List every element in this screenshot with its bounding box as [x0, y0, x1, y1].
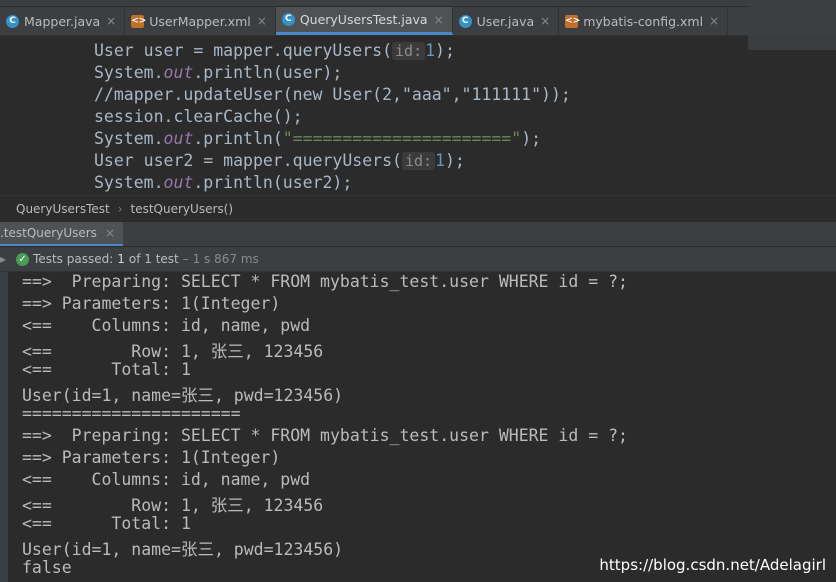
code-comment-line: //mapper.updateUser(new User(2,"aaa","11… [94, 85, 571, 104]
tab-user-java[interactable]: C User.java × [453, 7, 560, 35]
code-line: System.out.println("====================… [94, 129, 542, 148]
run-tool-window-tabs: .testQueryUsers × [0, 222, 836, 246]
xml-file-icon: <> [131, 14, 147, 28]
close-icon[interactable]: × [709, 14, 719, 28]
run-tab-label: .testQueryUsers [0, 226, 97, 240]
code-line: System.out.println(user); [94, 63, 343, 82]
status-suffix: of 1 test [128, 252, 179, 266]
close-icon[interactable]: × [105, 226, 115, 240]
tab-queryuserstest-java[interactable]: C QueryUsersTest.java × [275, 7, 453, 35]
tab-label: Mapper.java [24, 13, 101, 29]
console-line: <== Total: 1 [22, 514, 191, 533]
tab-label: mybatis-config.xml [583, 13, 704, 29]
console-output[interactable]: ==> Preparing: SELECT * FROM mybatis_tes… [0, 272, 836, 582]
editor-tab-bar: C Mapper.java × <> UserMapper.xml × C Qu… [0, 7, 836, 36]
watermark: https://blog.csdn.net/Adelagirl [599, 556, 826, 574]
console-line: User(id=1, name=张三, pwd=123456) [22, 540, 344, 559]
console-line: <== Row: 1, 张三, 123456 [22, 496, 324, 515]
console-line: <== Total: 1 [22, 360, 191, 379]
console-line: ==> Preparing: SELECT * FROM mybatis_tes… [22, 426, 628, 445]
breadcrumb-class[interactable]: QueryUsersTest [16, 202, 110, 216]
breadcrumb-separator-icon: › [117, 202, 123, 216]
tab-mapper-java[interactable]: C Mapper.java × [0, 7, 126, 35]
editor-corner-overlay [748, 0, 836, 50]
console-line: <== Row: 1, 张三, 123456 [22, 342, 324, 361]
code-line: User user = mapper.queryUsers(id: 1); [94, 41, 455, 60]
console-line: <== Columns: id, name, pwd [22, 470, 311, 489]
close-icon[interactable]: × [106, 14, 116, 28]
status-time: – 1 s 867 ms [182, 252, 259, 266]
code-line: session.clearCache(); [94, 107, 303, 126]
code-line: System.out.println(user2); [94, 173, 353, 192]
xml-file-icon: <> [565, 14, 581, 28]
console-line: false [22, 558, 72, 577]
close-icon[interactable]: × [434, 13, 444, 27]
close-icon[interactable]: × [257, 14, 267, 28]
close-icon[interactable]: × [540, 14, 550, 28]
check-icon: ✓ [16, 252, 30, 266]
test-class-icon: C [281, 13, 295, 26]
parameter-hint: id: [392, 42, 426, 60]
console-line: ==> Parameters: 1(Integer) [22, 294, 281, 313]
console-line: ==> Preparing: SELECT * FROM mybatis_tes… [22, 272, 628, 291]
expand-arrow-icon[interactable]: ▸ [0, 252, 6, 266]
breadcrumb-method[interactable]: testQueryUsers() [131, 202, 233, 216]
console-line: ==> Parameters: 1(Integer) [22, 448, 281, 467]
tab-usermapper-xml[interactable]: <> UserMapper.xml × [125, 7, 276, 35]
java-class-icon: C [6, 14, 19, 28]
tab-label: UserMapper.xml [149, 13, 251, 29]
console-left-gutter [0, 272, 8, 582]
console-line: ====================== [22, 404, 241, 423]
code-editor[interactable]: User user = mapper.queryUsers(id: 1); Sys… [0, 36, 836, 194]
tab-label: QueryUsersTest.java [299, 12, 428, 27]
code-line: User user2 = mapper.queryUsers(id: 1); [94, 151, 465, 170]
status-prefix: Tests passed: [33, 252, 114, 266]
tab-mybatis-config-xml[interactable]: <> mybatis-config.xml × [559, 7, 729, 35]
tab-run-config[interactable]: .testQueryUsers × [0, 222, 123, 246]
java-class-icon: C [458, 14, 472, 28]
breadcrumb: QueryUsersTest › testQueryUsers() [0, 195, 836, 223]
tab-label: User.java [476, 13, 535, 29]
test-status-bar: ▸ ✓ Tests passed: 1 of 1 test – 1 s 867 … [0, 247, 836, 272]
status-count: 1 [117, 252, 125, 266]
parameter-hint: id: [401, 152, 436, 170]
top-path-bar [0, 0, 836, 6]
console-line: <== Columns: id, name, pwd [22, 316, 311, 335]
console-line: User(id=1, name=张三, pwd=123456) [22, 386, 344, 405]
